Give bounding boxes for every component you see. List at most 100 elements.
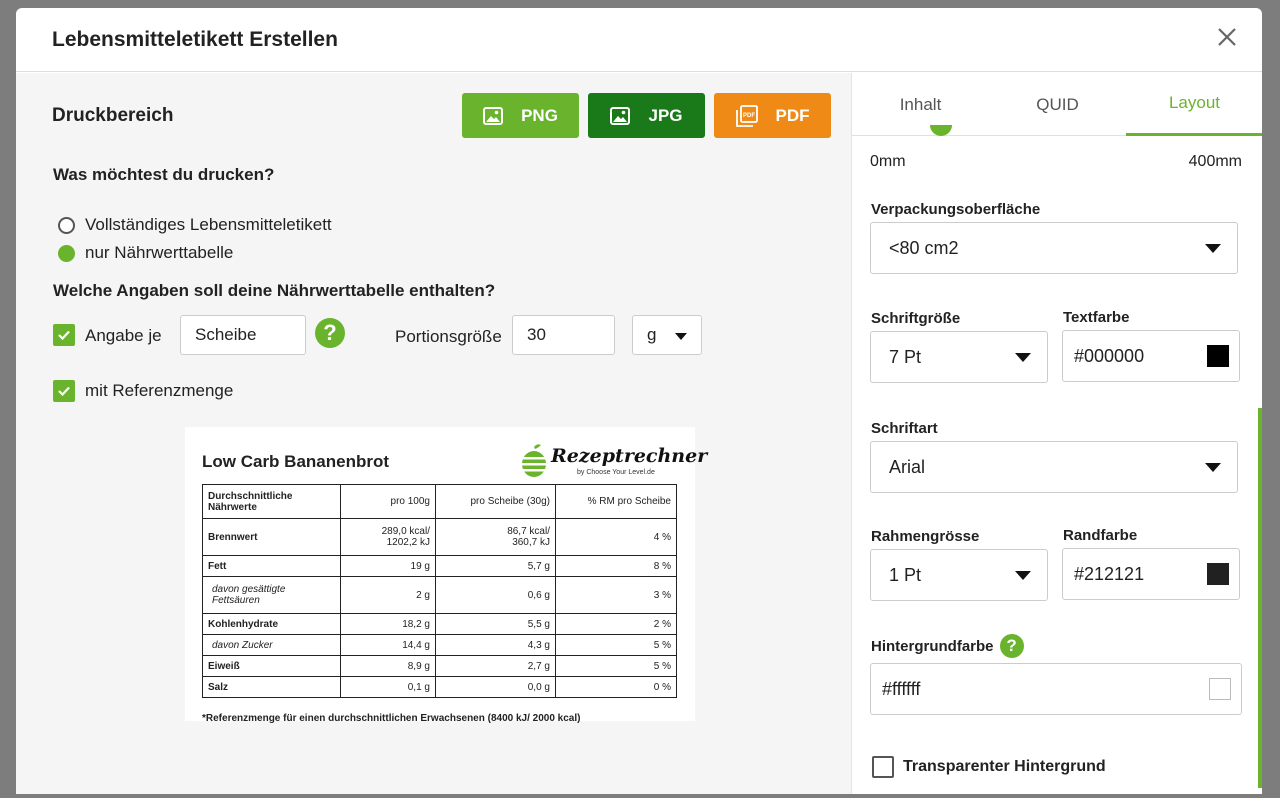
table-row: Fett 19 g 5,7 g 8 %	[202, 555, 677, 577]
portion-size-input[interactable]: 30	[512, 315, 615, 355]
portion-unit-select[interactable]: g	[632, 315, 702, 355]
row-value-portion: 4,3 g	[435, 634, 556, 656]
row-value-rm: 3 %	[555, 576, 677, 614]
svg-text:PDF: PDF	[743, 113, 755, 119]
transparent-checkbox[interactable]	[872, 756, 894, 778]
rahmen-label: Rahmengrösse	[871, 528, 980, 545]
pdf-file-icon: PDF	[735, 104, 758, 127]
select-value: 7 Pt	[889, 346, 922, 367]
row-value-portion: 5,7 g	[435, 555, 556, 577]
row-name: Kohlenhydrate	[202, 613, 341, 635]
angabe-checkbox[interactable]	[53, 324, 75, 346]
angabe-je-input[interactable]: Scheibe	[180, 315, 306, 355]
help-icon[interactable]: ?	[315, 318, 345, 348]
range-min-label: 0mm	[870, 153, 906, 170]
referenz-label: mit Referenzmenge	[85, 381, 234, 400]
settings-panel: Inhalt QUID Layout 0mm 400mm Verpackungs…	[851, 73, 1262, 794]
tab-layout[interactable]: Layout	[1126, 73, 1262, 136]
color-swatch[interactable]	[1207, 345, 1229, 367]
radio-full-label[interactable]: Vollständiges Lebensmitteletikett	[58, 215, 332, 235]
row-name: Eiweiß	[202, 655, 341, 677]
hintergrund-label-row: Hintergrundfarbe ?	[871, 634, 1024, 658]
row-value-line: 1202,2 kJ	[386, 537, 430, 548]
logo-text: Rezeptrechner	[551, 445, 708, 467]
radio-button-selected[interactable]	[58, 244, 75, 262]
table-row: davon gesättigte Fettsäuren 2 g 0,6 g 3 %	[202, 576, 677, 614]
portion-label: Portionsgröße	[395, 327, 502, 346]
row-name-line: davon gesättigte	[212, 584, 286, 595]
modal-header: Lebensmitteletikett Erstellen	[16, 8, 1262, 72]
randfarbe-input[interactable]: #212121	[1062, 548, 1240, 600]
reference-footnote: *Referenzmenge für einen durchschnittlic…	[202, 713, 581, 724]
help-icon[interactable]: ?	[999, 634, 1024, 658]
color-swatch[interactable]	[1209, 678, 1231, 700]
table-row: davon Zucker 14,4 g 4,3 g 5 %	[202, 634, 677, 656]
range-max-label: 400mm	[1188, 153, 1242, 170]
row-value-rm: 8 %	[555, 555, 677, 577]
table-header-cell: pro 100g	[340, 484, 436, 519]
table-row: Salz 0,1 g 0,0 g 0 %	[202, 676, 677, 698]
row-name-line: Fettsäuren	[212, 595, 260, 606]
pdf-download-button[interactable]: PDF PDF	[714, 93, 831, 138]
table-header-cell: pro Scheibe (30g)	[435, 484, 556, 519]
schriftart-select[interactable]: Arial	[870, 441, 1238, 493]
row-name: Fett	[202, 555, 341, 577]
rahmen-select[interactable]: 1 Pt	[870, 549, 1048, 601]
row-name: davon gesättigte Fettsäuren	[202, 576, 341, 614]
transparent-row[interactable]: Transparenter Hintergrund	[872, 756, 1106, 778]
chevron-down-icon	[1205, 463, 1221, 472]
row-value-portion: 86,7 kcal/360,7 kJ	[435, 518, 556, 556]
row-value-100g: 2 g	[340, 576, 436, 614]
row-value-rm: 0 %	[555, 676, 677, 698]
select-value: Arial	[889, 456, 926, 477]
row-name: davon Zucker	[202, 634, 341, 656]
scrollbar[interactable]	[1258, 408, 1262, 788]
modal-title: Lebensmitteletikett Erstellen	[52, 27, 338, 51]
referenz-checkbox[interactable]	[53, 380, 75, 402]
radio-nutrition-table[interactable]: nur Nährwerttabelle	[58, 243, 233, 263]
tab-inhalt[interactable]: Inhalt	[852, 73, 989, 136]
row-value-rm: 4 %	[555, 518, 677, 556]
row-value-rm: 5 %	[555, 634, 677, 656]
close-icon[interactable]	[1214, 24, 1240, 50]
chevron-down-icon	[1015, 571, 1031, 580]
tab-quid[interactable]: QUID	[989, 73, 1126, 136]
referenz-row[interactable]: mit Referenzmenge	[53, 380, 233, 402]
radio-label: Vollständiges Lebensmitteletikett	[85, 215, 332, 234]
table-header-row: Durchschnittliche Nährwerte pro 100g pro…	[202, 484, 677, 519]
nutrition-question: Welche Angaben soll deine Nährwerttabell…	[53, 281, 496, 300]
print-area-panel: Druckbereich PNG JPG PDF PDF Was möchtes…	[16, 73, 851, 794]
color-value: #212121	[1074, 563, 1145, 584]
row-value-rm: 5 %	[555, 655, 677, 677]
logo-subtext: by Choose Your Level.de	[577, 469, 655, 476]
select-value: <80 cm2	[889, 237, 959, 258]
verpackung-select[interactable]: <80 cm2	[870, 222, 1238, 274]
section-title: Druckbereich	[52, 105, 174, 126]
color-value: #ffffff	[882, 678, 921, 699]
recipe-title: Low Carb Bananenbrot	[202, 452, 390, 471]
textfarbe-input[interactable]: #000000	[1062, 330, 1240, 382]
row-name: Salz	[202, 676, 341, 698]
angabe-row: Angabe je Scheibe ? Portionsgröße 30 g	[53, 315, 733, 355]
color-value: #000000	[1074, 345, 1145, 366]
radio-button[interactable]	[58, 216, 75, 234]
jpg-download-button[interactable]: JPG	[588, 93, 705, 138]
color-swatch[interactable]	[1207, 563, 1229, 585]
randfarbe-label: Randfarbe	[1063, 527, 1138, 544]
verpackung-label: Verpackungsoberfläche	[871, 201, 1041, 218]
row-value-100g: 18,2 g	[340, 613, 436, 635]
radio-label: nur Nährwerttabelle	[85, 243, 234, 262]
rezeptrechner-logo: Rezeptrechner by Choose Your Level.de	[519, 443, 707, 481]
row-value-100g: 0,1 g	[340, 676, 436, 698]
select-value: 1 Pt	[889, 564, 922, 585]
textfarbe-label: Textfarbe	[1063, 309, 1130, 326]
table-row: Brennwert 289,0 kcal/1202,2 kJ 86,7 kcal…	[202, 518, 677, 556]
row-value-portion: 0,0 g	[435, 676, 556, 698]
hintergrund-input[interactable]: #ffffff	[870, 663, 1242, 715]
schriftgroesse-select[interactable]: 7 Pt	[870, 331, 1048, 383]
transparent-label: Transparenter Hintergrund	[903, 758, 1106, 775]
unit-value: g	[647, 325, 657, 344]
row-value-line: 360,7 kJ	[512, 537, 550, 548]
table-row: Kohlenhydrate 18,2 g 5,5 g 2 %	[202, 613, 677, 635]
png-download-button[interactable]: PNG	[462, 93, 579, 138]
